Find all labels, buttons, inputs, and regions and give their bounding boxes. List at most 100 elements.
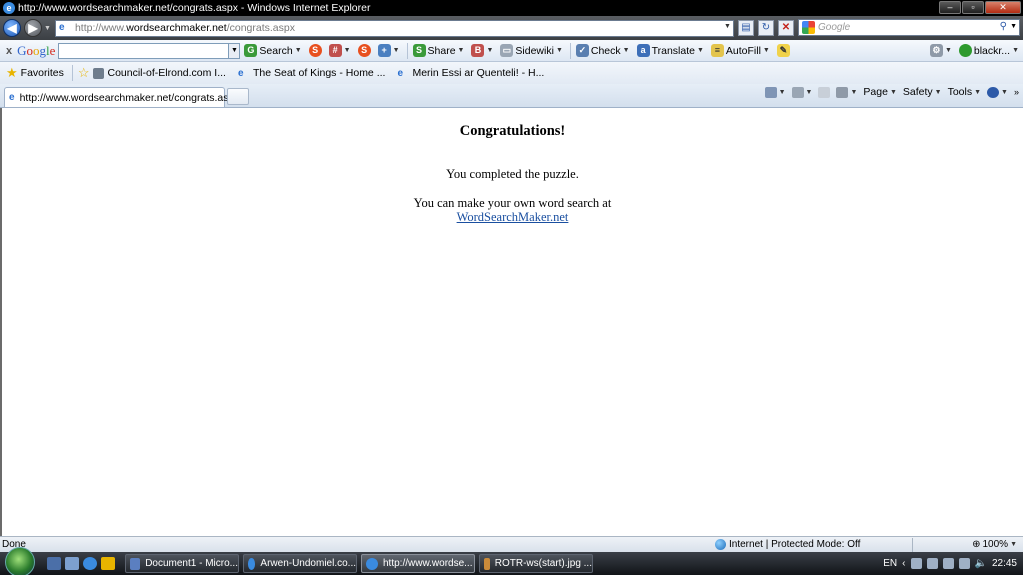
check-label: Check	[590, 44, 621, 57]
favorite-link[interactable]: e The Seat of Kings - Home ...	[238, 67, 385, 79]
spell-check-button[interactable]: ✓ Check ▼	[575, 44, 630, 57]
search-options-icon[interactable]: ▼	[1010, 23, 1017, 30]
chevron-down-icon: ▼	[696, 47, 704, 54]
security-icon[interactable]	[942, 558, 954, 569]
command-bar: ▼ ▼ ▼ Page ▼ Safety ▼ Tools ▼ ▼ »	[764, 86, 1019, 98]
mail-icon	[818, 86, 831, 98]
autofill-label: AutoFill	[725, 44, 761, 57]
magnifier-icon: ⊕	[972, 539, 981, 550]
home-icon	[764, 86, 777, 98]
show-desktop-icon[interactable]	[47, 557, 61, 570]
favorites-bar: ★ Favorites ☆ Council-of-Elrond.com I...…	[0, 62, 1023, 84]
tray-expand-icon[interactable]: ‹	[902, 558, 905, 569]
completed-message: You completed the puzzle.	[446, 167, 579, 181]
google-search-history-dropdown[interactable]: ▼	[229, 42, 241, 59]
start-button[interactable]	[5, 546, 35, 575]
favorite-link[interactable]: Council-of-Elrond.com I...	[92, 67, 226, 79]
print-button[interactable]: ▼	[836, 86, 857, 98]
account-button[interactable]: blackr... ▼	[958, 44, 1019, 57]
zoom-control[interactable]: ⊕ 100% ▼	[972, 539, 1017, 550]
favorites-star-icon[interactable]: ★	[6, 65, 18, 81]
google-search-input[interactable]	[58, 42, 230, 59]
toolbar-divider	[406, 42, 408, 59]
clock[interactable]: 22:45	[992, 558, 1017, 569]
page-heading: Congratulations!	[459, 123, 566, 139]
search-icon: G	[244, 44, 258, 57]
google-logo: Google	[17, 43, 55, 59]
address-dropdown-icon[interactable]: ▼	[724, 23, 731, 30]
new-tab-button[interactable]	[227, 88, 249, 105]
close-toolbar-icon[interactable]: x	[6, 45, 12, 57]
favorites-divider	[71, 65, 73, 81]
media-player-icon[interactable]	[101, 557, 115, 570]
taskbar-button-word[interactable]: Document1 - Micro...	[125, 554, 239, 573]
ie-icon	[366, 557, 378, 570]
language-indicator[interactable]: EN	[883, 558, 897, 569]
more-commands-button[interactable]: »	[1014, 87, 1019, 97]
spell-button[interactable]: S	[308, 44, 322, 57]
compatibility-view-icon[interactable]: ▤	[737, 20, 754, 36]
safety-menu[interactable]: Safety ▼	[903, 86, 942, 98]
feeds-button[interactable]: ▼	[791, 86, 812, 98]
refresh-icon[interactable]: ↻	[757, 20, 774, 36]
popup-blocker-icon: #	[328, 44, 342, 57]
bookmark-swirl-button[interactable]: S	[357, 44, 371, 57]
word-icon	[130, 557, 141, 570]
recent-pages-dropdown[interactable]: ▼	[44, 25, 51, 32]
chevron-down-icon: ▼	[457, 47, 465, 54]
taskbar-button-wordsearch[interactable]: http://www.wordse...	[361, 554, 475, 573]
search-icon[interactable]: ⚲	[1000, 21, 1007, 32]
addon-button[interactable]: + ▼	[377, 44, 400, 57]
search-button[interactable]: G Search ▼	[244, 44, 302, 57]
security-zone[interactable]: Internet | Protected Mode: Off	[715, 539, 860, 550]
bookmark-icon: B	[471, 44, 485, 57]
taskbar-button-arwen[interactable]: Arwen-Undomiel.co...	[243, 554, 357, 573]
address-url[interactable]: http://www.wordsearchmaker.net/congrats.…	[75, 22, 295, 34]
forward-button[interactable]: ▶	[24, 19, 42, 37]
safely-remove-icon[interactable]	[926, 558, 938, 569]
toolbar-settings-button[interactable]: ⚙ ▼	[929, 44, 952, 57]
volume-icon[interactable]: 🔈	[975, 558, 987, 569]
internet-explorer-icon[interactable]	[83, 557, 97, 570]
tools-menu[interactable]: Tools ▼	[948, 86, 981, 98]
home-button[interactable]: ▼	[764, 86, 786, 98]
page-content: Congratulations! You completed the puzzl…	[0, 108, 1023, 536]
maximize-button[interactable]: ▫	[962, 1, 984, 14]
wordsearchmaker-link[interactable]: WordSearchMaker.net	[457, 210, 569, 224]
back-button[interactable]: ◀	[3, 19, 21, 37]
switch-windows-icon[interactable]	[65, 557, 79, 570]
minimize-button[interactable]: –	[939, 1, 961, 14]
chevron-down-icon: ▼	[622, 47, 630, 54]
chevron-down-icon: ▼	[934, 88, 942, 96]
swirl-icon: S	[357, 44, 371, 57]
tools-menu-label: Tools	[947, 86, 973, 98]
close-button[interactable]: ✕	[985, 1, 1021, 14]
add-favorite-icon[interactable]: ☆	[78, 65, 90, 81]
ie-icon	[248, 557, 256, 570]
tab-active[interactable]: e http://www.wordsearchmaker.net/congrat…	[4, 87, 240, 107]
favorite-link[interactable]: e Merin Essi ar Quenteli! - H...	[397, 67, 544, 79]
wrench-icon: ⚙	[929, 44, 943, 57]
taskbar-label: Document1 - Micro...	[145, 558, 238, 569]
search-box[interactable]: Google ⚲ ▼	[798, 19, 1020, 36]
popup-blocker-button[interactable]: # ▼	[328, 44, 351, 57]
help-menu[interactable]: ▼	[987, 86, 1008, 98]
share-button[interactable]: S Share ▼	[412, 44, 465, 57]
read-mail-button[interactable]	[818, 86, 831, 98]
display-icon[interactable]	[958, 558, 970, 569]
network-icon[interactable]	[910, 558, 922, 569]
translate-button[interactable]: a Translate ▼	[636, 44, 704, 57]
highlight-button[interactable]: ✎	[776, 44, 790, 57]
promo-text: You can make your own word search at	[413, 196, 612, 210]
sidewiki-button[interactable]: ▭ Sidewiki ▼	[500, 44, 563, 57]
stop-icon[interactable]: ✕	[777, 20, 794, 36]
safety-menu-label: Safety	[902, 86, 933, 98]
autofill-button[interactable]: ≡ AutoFill ▼	[710, 44, 770, 57]
share-icon: S	[412, 44, 426, 57]
page-menu[interactable]: Page ▼	[863, 86, 896, 98]
taskbar-button-image[interactable]: ROTR-ws(start).jpg ...	[479, 554, 593, 573]
bookmarks-button[interactable]: B ▼	[471, 44, 493, 57]
favorites-button[interactable]: Favorites	[21, 67, 64, 79]
logo-letter: e	[49, 42, 56, 58]
address-bar[interactable]: e http://www.wordsearchmaker.net/congrat…	[54, 19, 734, 37]
